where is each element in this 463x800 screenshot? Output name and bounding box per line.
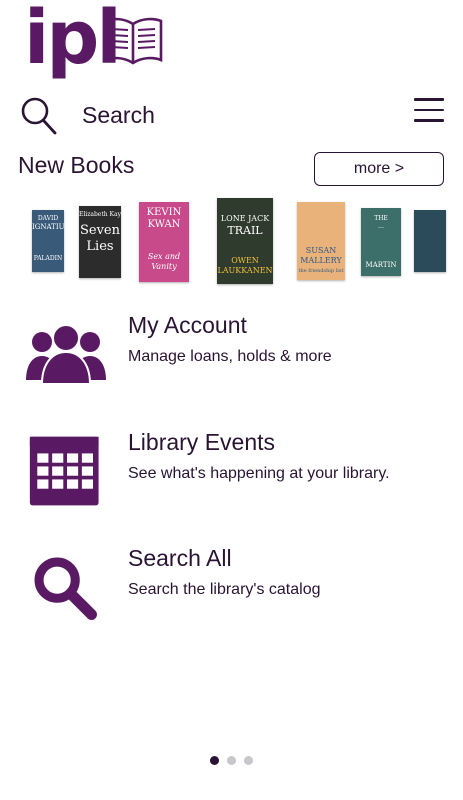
search-label[interactable]: Search: [82, 102, 155, 129]
search-icon[interactable]: [20, 96, 58, 136]
page-dot[interactable]: [210, 756, 219, 765]
library-events-title: Library Events: [128, 429, 276, 455]
library-events-subtitle: See what's happening at your library.: [128, 465, 390, 482]
book-cover[interactable]: SUSAN MALLERY the friendship list: [297, 202, 345, 280]
book-cover[interactable]: LONE JACK TRAIL OWEN LAUKKANEN: [217, 198, 273, 284]
my-account-title: My Account: [128, 312, 247, 338]
my-account-subtitle: Manage loans, holds & more: [128, 348, 332, 365]
page-dot[interactable]: [244, 756, 253, 765]
search-bar[interactable]: Search: [0, 88, 463, 144]
search-all-subtitle: Search the library's catalog: [128, 581, 321, 598]
book-cover[interactable]: THE ... MARTIN: [361, 208, 401, 276]
ipl-logo: ipl: [24, 0, 164, 80]
search-all-item[interactable]: Search All Search the library's catalog: [0, 545, 463, 641]
new-books-heading: New Books: [18, 152, 135, 178]
more-button[interactable]: more >: [314, 152, 444, 186]
new-books-carousel[interactable]: DAVID IGNATIUS PALADIN Elizabeth Kay Sev…: [0, 196, 463, 288]
library-events-item[interactable]: Library Events See what's happening at y…: [0, 429, 463, 525]
calendar-icon: [29, 436, 99, 506]
magnifier-icon: [34, 557, 97, 620]
book-cover[interactable]: Elizabeth Kay Seven Lies: [79, 206, 121, 278]
search-all-title: Search All: [128, 545, 232, 571]
page-indicator[interactable]: [0, 756, 463, 768]
account-group-icon: [26, 324, 106, 385]
my-account-item[interactable]: My Account Manage loans, holds & more: [0, 312, 463, 408]
book-cover[interactable]: [414, 210, 446, 272]
book-cover[interactable]: DAVID IGNATIUS PALADIN: [32, 210, 64, 272]
book-cover[interactable]: KEVIN KWAN Sex and Vanity: [139, 202, 189, 282]
hamburger-menu-icon[interactable]: [414, 98, 444, 124]
page-dot[interactable]: [227, 756, 236, 765]
open-book-icon: [103, 17, 163, 65]
